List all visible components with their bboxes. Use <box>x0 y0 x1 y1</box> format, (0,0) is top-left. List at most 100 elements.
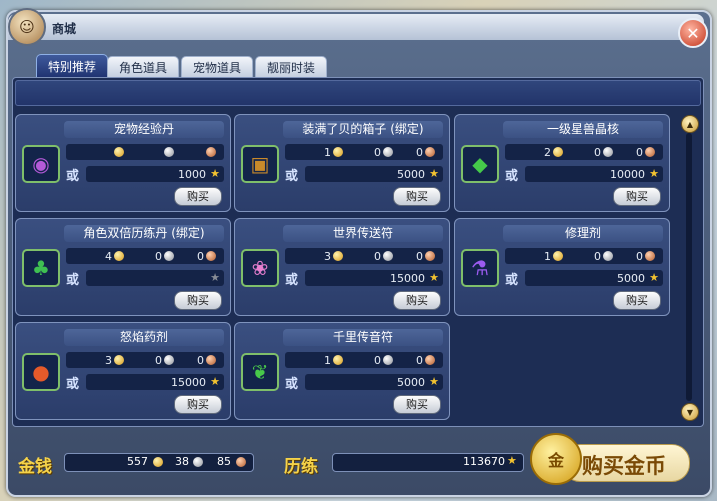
shop-avatar-icon: ☺ <box>8 8 46 46</box>
buy-button[interactable]: 购买 <box>613 187 661 206</box>
tab-fashion[interactable]: 靓丽时装 <box>255 56 327 77</box>
silver-price: 0 <box>374 250 381 263</box>
gold-price: 3 <box>105 354 112 367</box>
green-note-icon[interactable]: ❦ <box>241 353 279 391</box>
silver-price: 0 <box>594 250 601 263</box>
copper-coin-icon <box>425 251 435 261</box>
coin-price: 3 0 0 <box>66 352 224 368</box>
coin-price: 1 0 0 <box>505 248 663 264</box>
item-card: 装满了贝的箱子 (绑定) ▣ 1 0 0 或 5000 ★ 购买 <box>234 114 450 212</box>
silver-price: 0 <box>155 250 162 263</box>
buy-gold-label[interactable]: 购买金币 <box>582 450 666 480</box>
coin-price: 4 0 0 <box>66 248 224 264</box>
money-label: 金钱 <box>18 457 52 477</box>
buy-button[interactable]: 购买 <box>613 291 661 310</box>
experience-cost: 10000 <box>610 168 645 181</box>
gold-price: 4 <box>105 250 112 263</box>
silver-coin-icon <box>164 251 174 261</box>
item-card: 角色双倍历练丹 (绑定) ♣ 4 0 0 或 ★ 购买 <box>15 218 231 316</box>
gold-coin-icon <box>553 147 563 157</box>
item-name: 角色双倍历练丹 (绑定) <box>64 225 224 242</box>
experience-value: 113670 <box>463 455 505 468</box>
silver-price: 0 <box>155 354 162 367</box>
or-label: 或 <box>66 377 80 392</box>
item-name: 千里传音符 <box>283 329 443 346</box>
silver-coin-icon <box>383 355 393 365</box>
scrollbar-track[interactable] <box>686 133 692 401</box>
silver-coin-icon <box>603 147 613 157</box>
copper-price: 0 <box>197 354 204 367</box>
star-icon: ★ <box>429 167 439 180</box>
close-icon: ✕ <box>686 23 700 43</box>
experience-display: 113670 ★ <box>332 453 524 472</box>
buy-button[interactable]: 购买 <box>174 395 222 414</box>
buy-button[interactable]: 购买 <box>393 291 441 310</box>
buy-button[interactable]: 购买 <box>174 291 222 310</box>
money-gold-value: 557 <box>127 455 148 468</box>
or-label: 或 <box>285 169 299 184</box>
experience-cost: 15000 <box>390 272 425 285</box>
copper-price: 0 <box>636 250 643 263</box>
experience-label: 历练 <box>284 457 318 477</box>
tab-special[interactable]: 特别推荐 <box>36 54 108 78</box>
coin-price <box>66 144 224 160</box>
copper-coin-icon <box>645 251 655 261</box>
buy-button[interactable]: 购买 <box>393 395 441 414</box>
experience-cost: 5000 <box>397 168 425 181</box>
title-bar <box>8 14 704 40</box>
star-icon: ★ <box>210 167 220 180</box>
coin-price: 2 0 0 <box>505 144 663 160</box>
copper-price: 0 <box>197 250 204 263</box>
silver-coin-icon <box>603 251 613 261</box>
treasure-chest-icon[interactable]: ▣ <box>241 145 279 183</box>
experience-price: 15000 ★ <box>305 270 443 286</box>
experience-cost: 5000 <box>397 376 425 389</box>
or-label: 或 <box>285 377 299 392</box>
item-card: 一级星兽晶核 ◆ 2 0 0 或 10000 ★ 购买 <box>454 114 670 212</box>
green-crystal-icon[interactable]: ◆ <box>461 145 499 183</box>
money-copper-value: 85 <box>217 455 231 468</box>
scroll-down-button[interactable]: ▼ <box>681 403 699 421</box>
purple-orb-icon[interactable]: ◉ <box>22 145 60 183</box>
or-label: 或 <box>66 169 80 184</box>
buy-button[interactable]: 购买 <box>174 187 222 206</box>
item-name: 一级星兽晶核 <box>503 121 663 138</box>
silver-coin-icon <box>164 355 174 365</box>
star-icon: ★ <box>649 167 659 180</box>
experience-price: 5000 ★ <box>525 270 663 286</box>
experience-price: 5000 ★ <box>305 166 443 182</box>
tab-pet-items[interactable]: 宠物道具 <box>181 56 253 77</box>
copper-price: 0 <box>636 146 643 159</box>
panel-header-bar <box>15 80 701 106</box>
star-icon: ★ <box>429 375 439 388</box>
close-button[interactable]: ✕ <box>678 18 708 48</box>
item-card: 宠物经验丹 ◉ 或 1000 ★ 购买 <box>15 114 231 212</box>
item-card: 世界传送符 ❀ 3 0 0 或 15000 ★ 购买 <box>234 218 450 316</box>
item-name: 宠物经验丹 <box>64 121 224 138</box>
purple-potion-icon[interactable]: ⚗ <box>461 249 499 287</box>
gold-coin-icon <box>114 355 124 365</box>
gold-coin-icon <box>153 457 163 467</box>
red-orb-icon[interactable]: ● <box>22 353 60 391</box>
experience-price: 5000 ★ <box>305 374 443 390</box>
green-leaf-icon[interactable]: ♣ <box>22 249 60 287</box>
tab-character-items[interactable]: 角色道具 <box>107 56 179 77</box>
star-icon: ★ <box>649 271 659 284</box>
coin-price: 1 0 0 <box>285 352 443 368</box>
gold-coin-icon[interactable]: 金 <box>530 433 582 485</box>
copper-price: 0 <box>416 146 423 159</box>
buy-button[interactable]: 购买 <box>393 187 441 206</box>
money-display: 557 38 85 <box>64 453 254 472</box>
copper-coin-icon <box>236 457 246 467</box>
gold-price: 2 <box>544 146 551 159</box>
item-name: 装满了贝的箱子 (绑定) <box>283 121 443 138</box>
copper-coin-icon <box>206 355 216 365</box>
scroll-up-button[interactable]: ▲ <box>681 115 699 133</box>
copper-coin-icon <box>206 147 216 157</box>
experience-price: 1000 ★ <box>86 166 224 182</box>
experience-price: ★ <box>86 270 224 286</box>
copper-price: 0 <box>416 250 423 263</box>
gold-coin-icon <box>333 251 343 261</box>
pink-scroll-icon[interactable]: ❀ <box>241 249 279 287</box>
star-icon: ★ <box>507 454 517 467</box>
